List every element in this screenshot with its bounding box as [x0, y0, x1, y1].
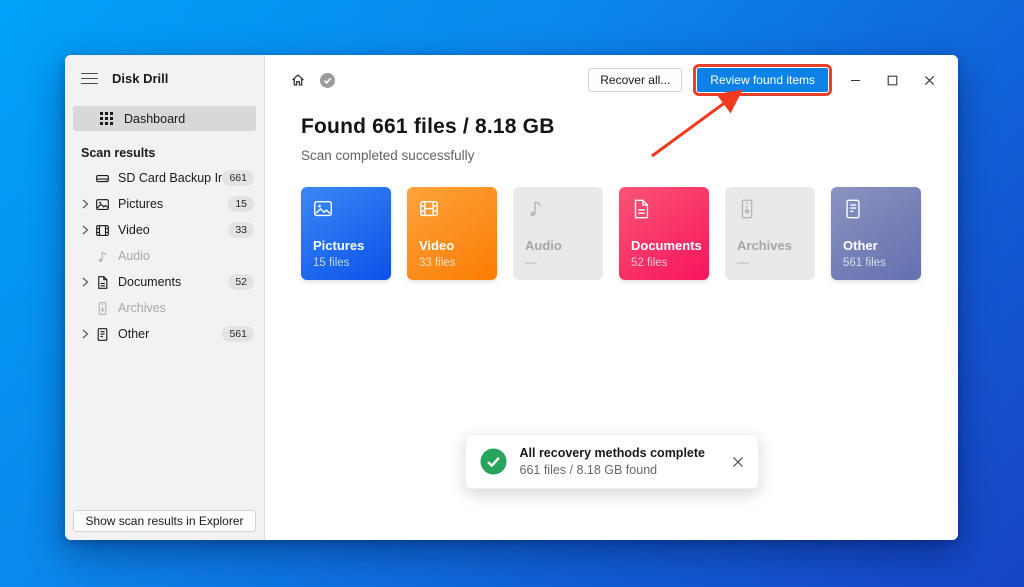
sidebar-header: Disk Drill [65, 55, 264, 92]
sidebar-item-label: Pictures [118, 197, 164, 211]
pictures-icon [95, 197, 110, 212]
sidebar-item-video[interactable]: Video 33 [65, 217, 264, 243]
card-name: Archives [737, 238, 792, 253]
sidebar-item-pictures[interactable]: Pictures 15 [65, 191, 264, 217]
sidebar-item-label: Documents [118, 275, 182, 289]
documents-card-icon [634, 199, 649, 219]
card-name: Video [419, 238, 455, 253]
sidebar-item-audio: Audio [65, 243, 264, 269]
sidebar-item-documents[interactable]: Documents 52 [65, 269, 264, 295]
success-check-icon [480, 448, 507, 475]
count-badge: 661 [222, 169, 254, 187]
toast-title: All recovery methods complete [519, 446, 705, 460]
card-name: Audio [525, 238, 562, 253]
sidebar-item-label: Audio [118, 249, 150, 263]
sidebar-item-label: Other [118, 327, 150, 341]
category-cards: Pictures 15 files Video 33 files Audio — [301, 187, 922, 280]
count-badge: 33 [228, 221, 254, 239]
other-card-icon [846, 199, 860, 219]
recover-all-button[interactable]: Recover all... [588, 68, 683, 92]
app-title: Disk Drill [112, 71, 169, 86]
archives-icon [95, 301, 110, 316]
card-count: — [525, 257, 537, 269]
main-content: Recover all... Review found items Found … [265, 55, 958, 540]
card-count: 33 files [419, 257, 456, 269]
card-video[interactable]: Video 33 files [407, 187, 497, 280]
documents-icon [95, 275, 110, 290]
card-count: 52 files [631, 257, 668, 269]
card-documents[interactable]: Documents 52 files [619, 187, 709, 280]
card-count: — [737, 257, 749, 269]
count-badge: 15 [228, 195, 254, 213]
toast-subtitle: 661 files / 8.18 GB found [519, 463, 658, 477]
review-found-items-button[interactable]: Review found items [693, 64, 832, 96]
card-audio: Audio — [513, 187, 603, 280]
sidebar-item-dashboard[interactable]: Dashboard [73, 106, 256, 131]
home-icon[interactable] [290, 72, 306, 88]
window-controls [850, 75, 938, 86]
topbar: Recover all... Review found items [265, 55, 958, 96]
card-count: 561 files [843, 257, 886, 269]
maximize-icon[interactable] [887, 75, 898, 86]
archives-card-icon [741, 199, 753, 219]
chevron-right-icon[interactable] [81, 277, 95, 287]
chevron-right-icon[interactable] [81, 199, 95, 209]
toast-close-icon[interactable] [732, 456, 744, 468]
sidebar: Disk Drill Dashboard Scan results SD Car… [65, 55, 265, 540]
video-card-icon [420, 200, 438, 217]
close-icon[interactable] [924, 75, 935, 86]
count-badge: 561 [222, 325, 254, 343]
sidebar-item-label: Video [118, 223, 150, 237]
card-pictures[interactable]: Pictures 15 files [301, 187, 391, 280]
sidebar-item-label: Archives [118, 301, 166, 315]
sidebar-item-sd-card[interactable]: SD Card Backup Image.d... 661 [65, 165, 264, 191]
dashboard-grid-icon [100, 112, 113, 125]
toast-notification: All recovery methods complete 661 files … [464, 434, 759, 489]
drive-icon [95, 171, 110, 186]
show-scan-results-in-explorer-button[interactable]: Show scan results in Explorer [73, 510, 256, 532]
pictures-card-icon [314, 200, 332, 217]
page-title: Found 661 files / 8.18 GB [301, 115, 555, 138]
card-name: Other [843, 238, 878, 253]
audio-icon [95, 249, 110, 264]
page-subtitle: Scan completed successfully [301, 148, 475, 163]
minimize-icon[interactable] [850, 75, 861, 86]
audio-card-icon [530, 201, 542, 217]
dashboard-label: Dashboard [124, 111, 186, 126]
hamburger-menu-icon[interactable] [81, 72, 98, 85]
sidebar-item-other[interactable]: Other 561 [65, 321, 264, 347]
sidebar-item-label: SD Card Backup Image.d... [118, 171, 222, 185]
sidebar-item-archives: Archives [65, 295, 264, 321]
other-icon [95, 327, 110, 342]
scan-results-heading: Scan results [81, 146, 156, 160]
disk-drill-window: Disk Drill Dashboard Scan results SD Car… [65, 55, 958, 540]
card-name: Pictures [313, 238, 365, 253]
card-archives: Archives — [725, 187, 815, 280]
count-badge: 52 [228, 273, 254, 291]
scan-complete-check-icon[interactable] [319, 72, 336, 89]
chevron-right-icon[interactable] [81, 329, 95, 339]
card-name: Documents [631, 238, 702, 253]
video-icon [95, 223, 110, 238]
card-count: 15 files [313, 257, 350, 269]
card-other[interactable]: Other 561 files [831, 187, 921, 280]
chevron-right-icon[interactable] [81, 225, 95, 235]
